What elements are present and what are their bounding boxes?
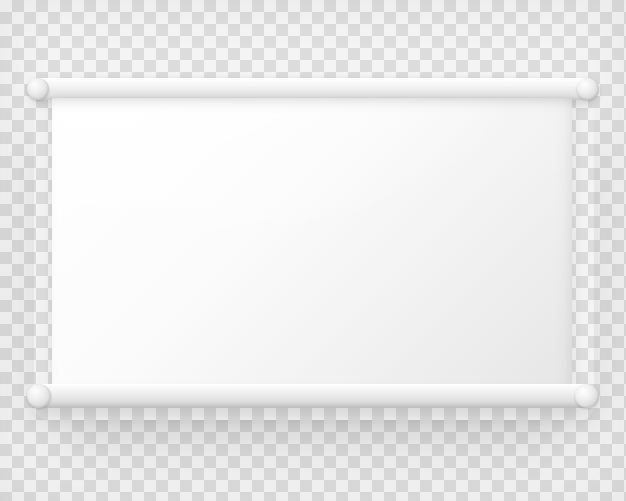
projector-screen-bottom-bar [30, 384, 596, 408]
top-bar-endcap-left [27, 78, 49, 100]
projector-screen-surface [52, 98, 572, 388]
projector-screen-top-bar [30, 78, 596, 100]
transparency-background [0, 0, 626, 501]
top-bar-endcap-right [577, 78, 599, 100]
bottom-bar-endcap-left [27, 384, 51, 408]
bottom-bar-endcap-right [575, 384, 599, 408]
